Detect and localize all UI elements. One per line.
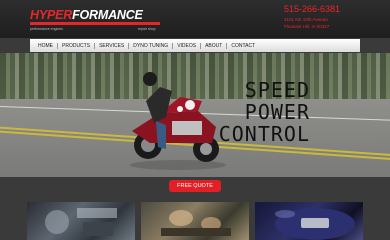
logo-hyper: HYPER [30,8,73,22]
main-nav: HOME PRODUCTS SERVICES DYNO TUNING VIDEO… [30,39,360,52]
nav-item-about[interactable]: ABOUT [201,42,228,49]
hero-line-control: CONTROL [218,122,310,146]
nav-item-services[interactable]: SERVICES [95,42,130,49]
address-line-1: 3101 NE 10th Avenue [284,17,328,22]
motorcycle-rider-illustration [130,72,226,170]
feature-thumbnails [27,202,363,240]
mechanic-work-image [161,210,231,236]
nav-item-contact[interactable]: CONTACT [227,43,259,49]
engine-parts-image [45,208,117,236]
free-quote-button[interactable]: FREE QUOTE [169,180,221,192]
logo[interactable]: HYPERFORMANCE performance engines repair… [30,8,160,31]
hero-line-speed: SPEED [244,78,310,102]
address-line-2: Pleasant Hill, IA 50327 [284,24,330,29]
harley-tank-image [275,208,355,240]
site-container: HYPERFORMANCE performance engines repair… [0,0,390,240]
site-header: HYPERFORMANCE performance engines repair… [0,0,390,38]
hero-banner: SPEED POWER CONTROL [0,53,390,177]
thumbnail-engine-parts[interactable] [27,202,135,240]
logo-tagline-right: repair shop [138,27,156,31]
thumbnail-mechanic-work[interactable] [141,202,249,240]
page-background: HYPERFORMANCE performance engines repair… [0,0,390,240]
logo-underline [30,22,160,25]
phone-number[interactable]: 515-266-6381 [284,4,340,14]
logo-wordmark: HYPERFORMANCE [30,8,143,22]
nav-item-products[interactable]: PRODUCTS [58,42,96,49]
hero-slogan: SPEED POWER CONTROL [219,79,310,145]
logo-formance: FORMANCE [72,8,143,22]
nav-item-dyno-tuning[interactable]: DYNO TUNING [129,42,174,49]
hero-line-power: POWER [244,100,310,124]
logo-tagline-left: performance engines [30,27,63,31]
nav-item-home[interactable]: HOME [34,42,58,49]
thumbnail-harley-tank[interactable] [255,202,363,240]
nav-item-videos[interactable]: VIDEOS [173,42,202,49]
